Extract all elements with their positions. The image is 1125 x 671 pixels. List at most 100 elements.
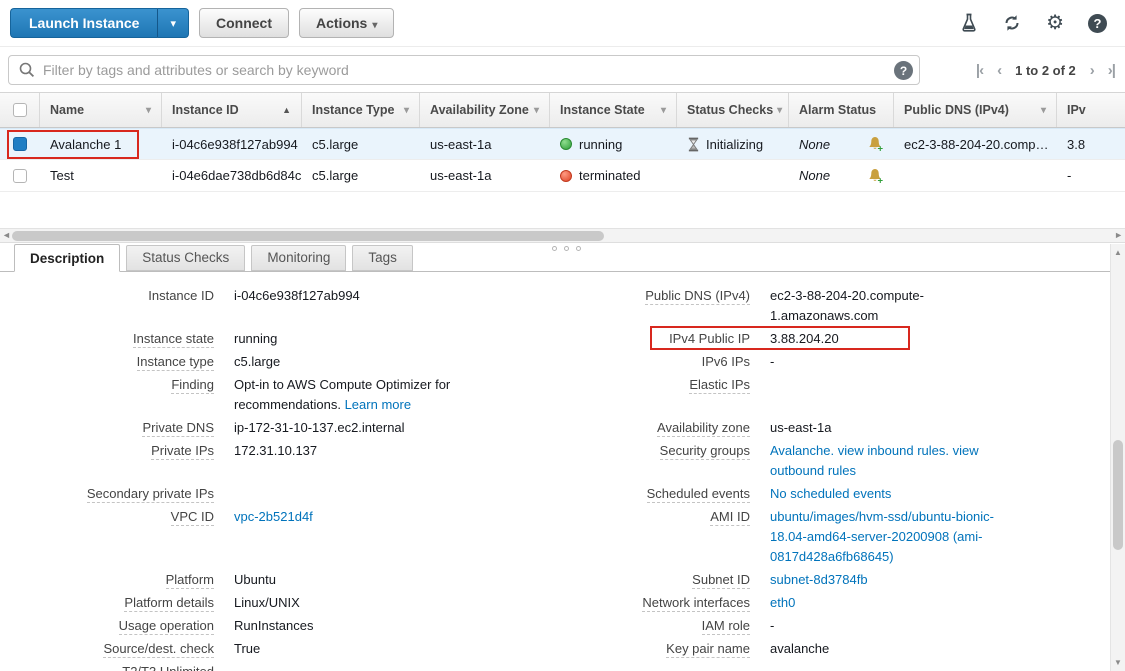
- cell-instance-state: running: [550, 137, 677, 152]
- table-row-test[interactable]: Test i-04e6dae738db6d84c c5.large us-eas…: [0, 160, 1125, 192]
- filter-caret-icon[interactable]: ▾: [404, 105, 409, 116]
- field-value-ipv4-public-ip: 3.88.204.20: [770, 329, 1105, 349]
- field-label: IPv6 IPs: [555, 352, 750, 372]
- tab-description[interactable]: Description: [14, 244, 120, 272]
- scroll-up-icon[interactable]: ▲: [1114, 248, 1122, 257]
- description-panel: Instance IDi-04c6e938f127ab994 Public DN…: [0, 272, 1110, 671]
- experiments-flask-icon[interactable]: [960, 13, 978, 33]
- header-alarm-status[interactable]: Alarm Status: [789, 93, 894, 127]
- vpc-id-link[interactable]: vpc-2b521d4f: [234, 507, 549, 567]
- field-label: Scheduled events: [555, 484, 750, 504]
- ami-id-link[interactable]: ubuntu/images/hvm-ssd/ubuntu-bionic- 18.…: [770, 507, 1105, 567]
- connect-button[interactable]: Connect: [199, 8, 289, 38]
- select-all-checkbox[interactable]: [13, 103, 27, 117]
- cell-alarm-status: None +: [789, 168, 894, 184]
- scroll-down-icon[interactable]: ▼: [1114, 658, 1122, 667]
- filter-caret-icon[interactable]: ▾: [1041, 105, 1046, 116]
- cell-ipv4: 3.8: [1057, 137, 1125, 152]
- desc-row: Instance IDi-04c6e938f127ab994 Public DN…: [0, 286, 1110, 326]
- field-value: ip-172-31-10-137.ec2.internal: [234, 418, 549, 438]
- filter-caret-icon[interactable]: ▾: [661, 105, 666, 116]
- header-status-checks[interactable]: Status Checks▾: [677, 93, 789, 127]
- field-value: 172.31.10.137: [234, 441, 549, 481]
- table-row-avalanche-1[interactable]: Avalanche 1 i-04c6e938f127ab994 c5.large…: [0, 128, 1125, 160]
- chevron-down-icon: ▾: [372, 20, 377, 31]
- field-label: Network interfaces: [555, 593, 750, 613]
- filter-help-icon[interactable]: ?: [894, 61, 913, 80]
- row-checkbox[interactable]: [13, 137, 27, 151]
- network-interface-link[interactable]: eth0: [770, 593, 1105, 613]
- field-value: c5.large: [234, 352, 549, 372]
- create-alarm-bell-icon[interactable]: +: [867, 168, 884, 184]
- pagination-last-button[interactable]: ›|: [1108, 62, 1115, 79]
- pagination-first-button[interactable]: |‹: [976, 62, 983, 79]
- launch-instance-dropdown[interactable]: ▾: [157, 8, 189, 38]
- desc-row: VPC IDvpc-2b521d4f AMI IDubuntu/images/h…: [0, 507, 1110, 567]
- pane-resize-handle[interactable]: [552, 246, 581, 251]
- desc-row: Usage operationRunInstances IAM role-: [0, 616, 1110, 636]
- svg-text:+: +: [878, 144, 884, 153]
- filter-box[interactable]: ?: [8, 55, 920, 85]
- field-value: us-east-1a: [770, 418, 1105, 438]
- filter-caret-icon[interactable]: ▾: [534, 105, 539, 116]
- row-checkbox-cell: [0, 169, 40, 183]
- actions-button[interactable]: Actions▾: [299, 8, 394, 38]
- row-checkbox-cell: [0, 137, 40, 151]
- desc-row: Private DNS ip-172-31-10-137.ec2.internal…: [0, 418, 1110, 438]
- cell-availability-zone: us-east-1a: [420, 137, 550, 152]
- field-label: Security groups: [555, 441, 750, 481]
- field-label: Platform details: [0, 593, 214, 613]
- subnet-id-link[interactable]: subnet-8d3784fb: [770, 570, 1105, 590]
- pagination-range: 1 to 2 of 2: [1015, 63, 1076, 78]
- cell-availability-zone: us-east-1a: [420, 168, 550, 183]
- field-label: T2/T3 Unlimited: [0, 662, 214, 671]
- filter-caret-icon[interactable]: ▾: [146, 105, 151, 116]
- chevron-down-icon: ▾: [170, 17, 176, 30]
- field-label: Private DNS: [0, 418, 214, 438]
- filter-caret-icon[interactable]: ▾: [777, 105, 782, 116]
- create-alarm-bell-icon[interactable]: +: [867, 136, 884, 152]
- header-name[interactable]: Name▾: [40, 93, 162, 127]
- header-public-dns[interactable]: Public DNS (IPv4)▾: [894, 93, 1057, 127]
- field-value: i-04c6e938f127ab994: [234, 286, 549, 326]
- security-groups-links[interactable]: Avalanche. view inbound rules. view outb…: [770, 441, 1105, 481]
- scheduled-events-link[interactable]: No scheduled events: [770, 484, 1105, 504]
- sort-asc-icon[interactable]: ▲: [282, 105, 291, 115]
- tab-tags[interactable]: Tags: [352, 245, 413, 271]
- help-icon[interactable]: ?: [1088, 14, 1107, 33]
- cell-instance-type: c5.large: [302, 137, 420, 152]
- tab-status-checks[interactable]: Status Checks: [126, 245, 245, 271]
- vertical-scrollbar[interactable]: ▲ ▼: [1110, 244, 1125, 671]
- settings-gear-icon[interactable]: ⚙: [1046, 13, 1064, 33]
- field-value: True: [234, 639, 549, 659]
- field-value: -: [770, 352, 1105, 372]
- horizontal-scrollbar[interactable]: ◄ ►: [0, 228, 1125, 243]
- tab-monitoring[interactable]: Monitoring: [251, 245, 346, 271]
- refresh-icon[interactable]: [1002, 13, 1022, 33]
- header-instance-type[interactable]: Instance Type▾: [302, 93, 420, 127]
- vertical-scrollbar-thumb[interactable]: [1113, 440, 1123, 550]
- header-instance-id[interactable]: Instance ID▲: [162, 93, 302, 127]
- learn-more-link[interactable]: Learn more: [345, 397, 411, 412]
- header-availability-zone[interactable]: Availability Zone▾: [420, 93, 550, 127]
- field-label: AMI ID: [555, 507, 750, 567]
- field-label: Key pair name: [555, 639, 750, 659]
- terminated-state-icon: [560, 170, 572, 182]
- desc-row: PlatformUbuntu Subnet IDsubnet-8d3784fb: [0, 570, 1110, 590]
- launch-instance-label[interactable]: Launch Instance: [10, 8, 157, 38]
- horizontal-scrollbar-thumb[interactable]: [12, 231, 604, 241]
- pagination-next-button[interactable]: ›: [1090, 62, 1094, 79]
- header-instance-state[interactable]: Instance State▾: [550, 93, 677, 127]
- launch-instance-button[interactable]: Launch Instance ▾: [10, 8, 189, 38]
- pagination-prev-button[interactable]: ‹: [997, 62, 1001, 79]
- filter-input[interactable]: [43, 57, 873, 83]
- field-value-finding: Opt-in to AWS Compute Optimizer for reco…: [234, 375, 549, 415]
- desc-row: Finding Opt-in to AWS Compute Optimizer …: [0, 375, 1110, 415]
- cell-instance-id: i-04c6e938f127ab994: [162, 137, 302, 152]
- header-ipv4[interactable]: IPv: [1057, 93, 1125, 127]
- scroll-right-icon[interactable]: ►: [1114, 230, 1123, 240]
- field-value: [234, 484, 549, 504]
- field-label: IPv4 Public IP: [555, 329, 750, 349]
- row-checkbox[interactable]: [13, 169, 27, 183]
- scroll-left-icon[interactable]: ◄: [2, 230, 11, 240]
